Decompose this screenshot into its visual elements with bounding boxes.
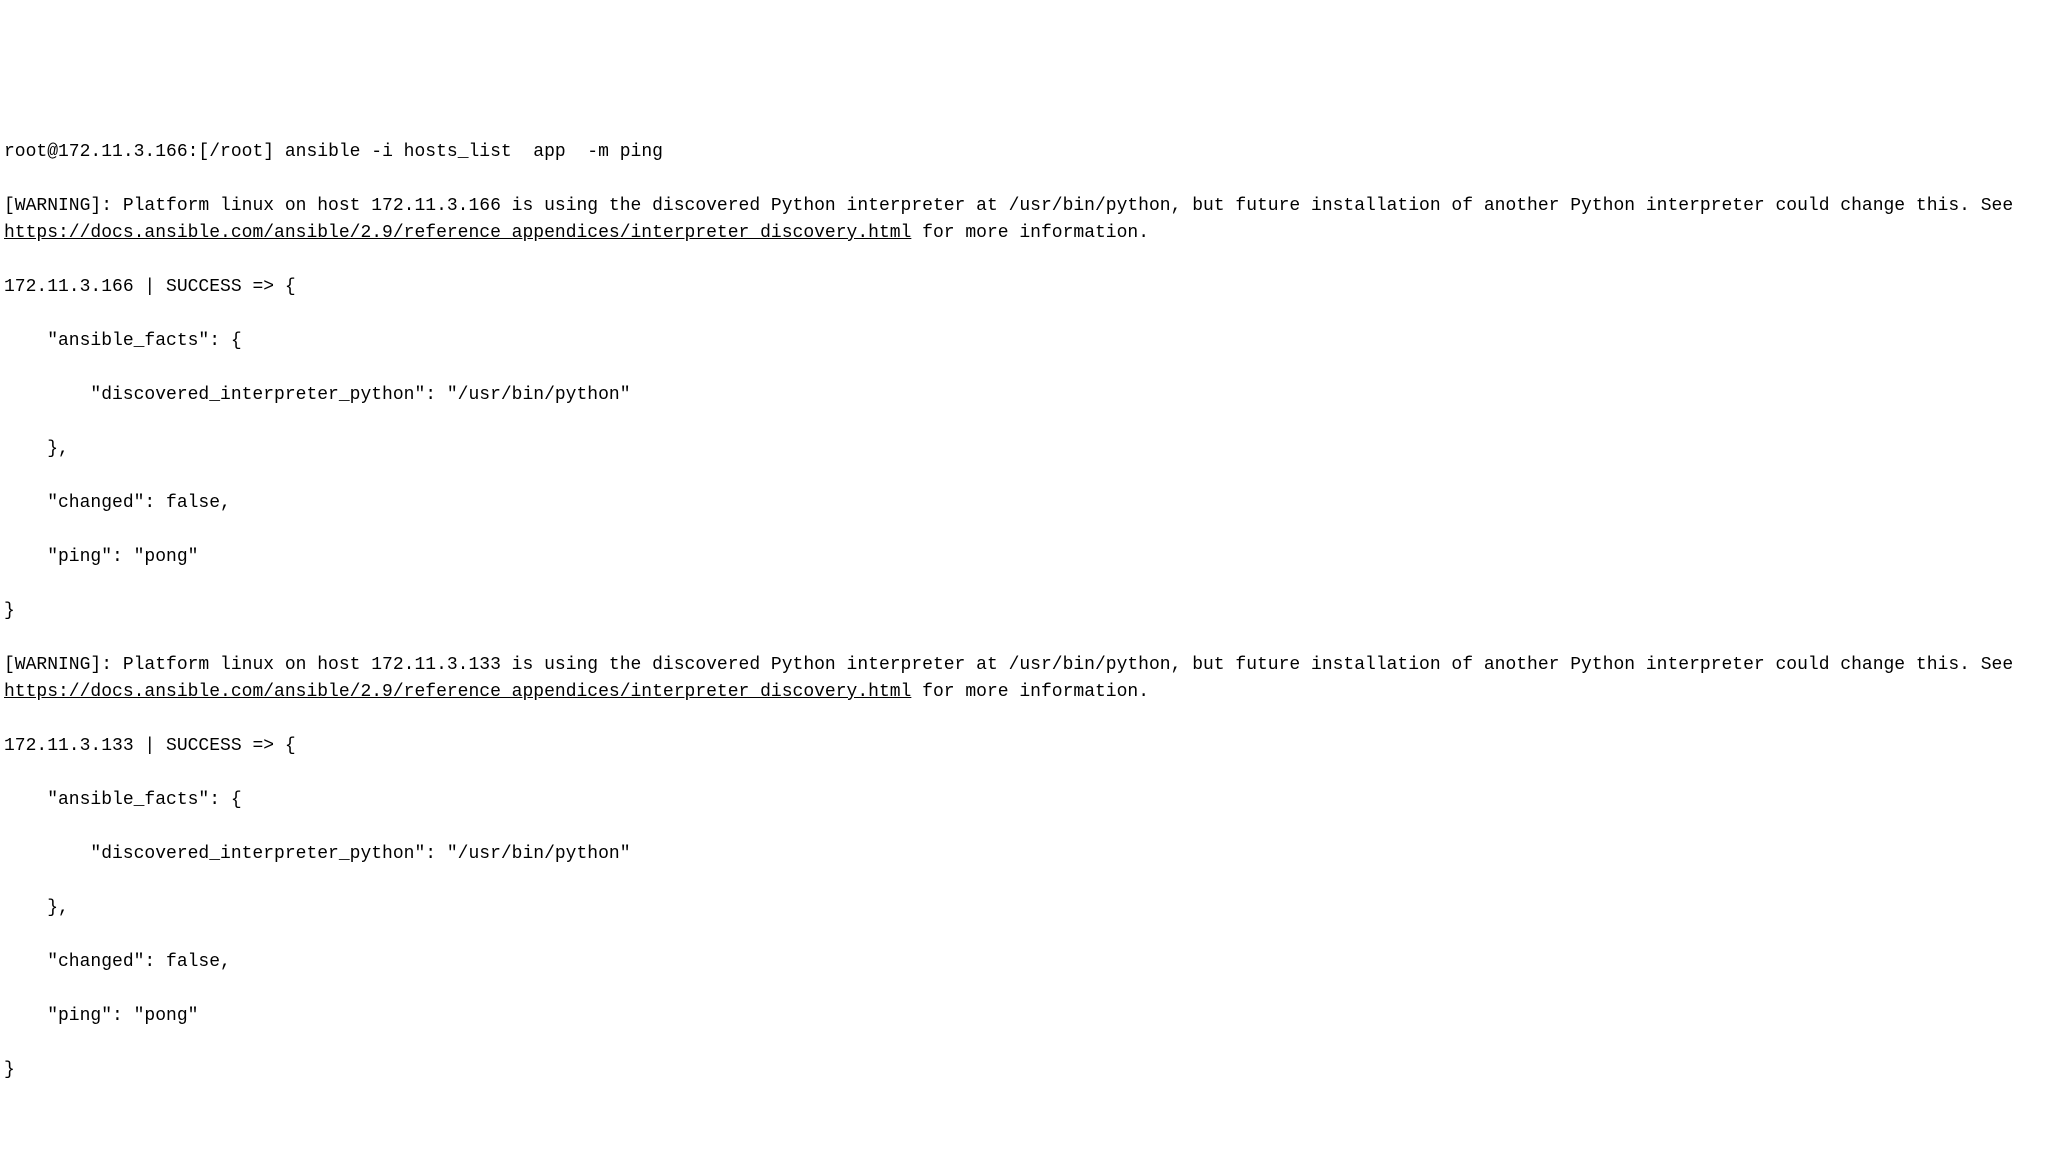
- changed-field-1: "changed": false,: [4, 490, 2050, 517]
- docs-link-2[interactable]: https://docs.ansible.com/ansible/2.9/ref…: [4, 682, 911, 702]
- ansible-facts-open-2: "ansible_facts": {: [4, 787, 2050, 814]
- ping-field-2: "ping": "pong": [4, 1003, 2050, 1030]
- shell-prompt-line: root@172.11.3.166:[/root] ansible -i hos…: [4, 139, 2050, 166]
- shell-prompt: root@172.11.3.166:[/root]: [4, 142, 274, 162]
- ansible-facts-close-1: },: [4, 436, 2050, 463]
- ansible-facts-close-2: },: [4, 895, 2050, 922]
- terminal-output: root@172.11.3.166:[/root] ansible -i hos…: [4, 112, 2050, 1111]
- result-header-1: 172.11.3.166 | SUCCESS => {: [4, 274, 2050, 301]
- result-close-2: }: [4, 1057, 2050, 1084]
- warning-suffix: for more information.: [911, 223, 1149, 243]
- ping-field-1: "ping": "pong": [4, 544, 2050, 571]
- warning-message-2: [WARNING]: Platform linux on host 172.11…: [4, 652, 2050, 706]
- ansible-facts-open-1: "ansible_facts": {: [4, 328, 2050, 355]
- docs-link-1[interactable]: https://docs.ansible.com/ansible/2.9/ref…: [4, 223, 911, 243]
- warning-text-2: [WARNING]: Platform linux on host 172.11…: [4, 655, 2024, 675]
- shell-command: ansible -i hosts_list app -m ping: [285, 142, 663, 162]
- changed-field-2: "changed": false,: [4, 949, 2050, 976]
- warning-text: [WARNING]: Platform linux on host 172.11…: [4, 196, 2024, 216]
- warning-message-1: [WARNING]: Platform linux on host 172.11…: [4, 193, 2050, 247]
- result-header-2: 172.11.3.133 | SUCCESS => {: [4, 733, 2050, 760]
- warning-suffix-2: for more information.: [911, 682, 1149, 702]
- interpreter-path-1: "discovered_interpreter_python": "/usr/b…: [4, 382, 2050, 409]
- result-close-1: }: [4, 598, 2050, 625]
- interpreter-path-2: "discovered_interpreter_python": "/usr/b…: [4, 841, 2050, 868]
